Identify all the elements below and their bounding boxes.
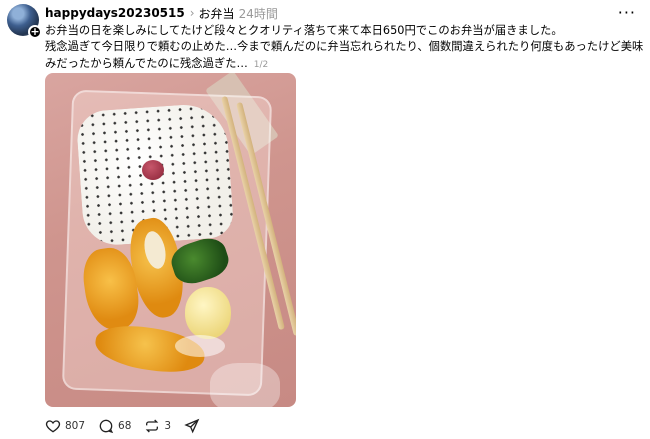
sauce-container — [175, 335, 225, 357]
post-body: お弁当の日を楽しみにしてたけど段々とクオリティ落ちて来て本日650円でこのお弁当… — [45, 23, 643, 73]
action-bar: 807 68 3 — [45, 417, 217, 435]
like-count: 807 — [65, 420, 86, 432]
chevron-right-icon: › — [189, 6, 195, 20]
plastic-bag — [210, 363, 280, 407]
comment-icon — [99, 419, 114, 434]
avatar-container[interactable]: + — [7, 4, 42, 39]
repost-icon — [146, 419, 159, 433]
timestamp: 24時間 — [238, 6, 278, 21]
post-photo[interactable] — [45, 73, 296, 407]
post-line: お弁当の日を楽しみにしてたけど段々とクオリティ落ちて来て本日650円でこのお弁当… — [45, 24, 563, 37]
heart-icon — [45, 420, 61, 433]
more-options-icon[interactable]: ··· — [618, 3, 636, 22]
username[interactable]: happydays20230515 — [45, 6, 185, 20]
post-line: みだったから頼んでたのに残念過ぎた… 1/2 — [45, 56, 643, 73]
post-header: happydays20230515 › お弁当 24時間 — [45, 5, 278, 21]
send-icon — [184, 418, 200, 434]
follow-badge[interactable]: + — [28, 25, 42, 39]
post-line-text: みだったから頼んでたのに残念過ぎた… — [45, 56, 248, 70]
repost-button[interactable]: 3 — [144, 418, 171, 434]
pickled-radish — [185, 287, 231, 339]
topic-tag[interactable]: お弁当 — [199, 5, 235, 22]
media-counter: 1/2 — [253, 59, 269, 70]
reply-button[interactable]: 68 — [98, 418, 131, 434]
post-line: 残念過ぎて今日限りで頼むの止めた…今まで頼んだのに弁当忘れられたり、個数間違えら… — [45, 40, 643, 54]
share-button[interactable] — [184, 418, 204, 434]
like-button[interactable]: 807 — [45, 418, 85, 434]
reply-count: 68 — [118, 420, 132, 432]
repost-count: 3 — [164, 420, 172, 432]
umeboshi — [142, 160, 164, 180]
